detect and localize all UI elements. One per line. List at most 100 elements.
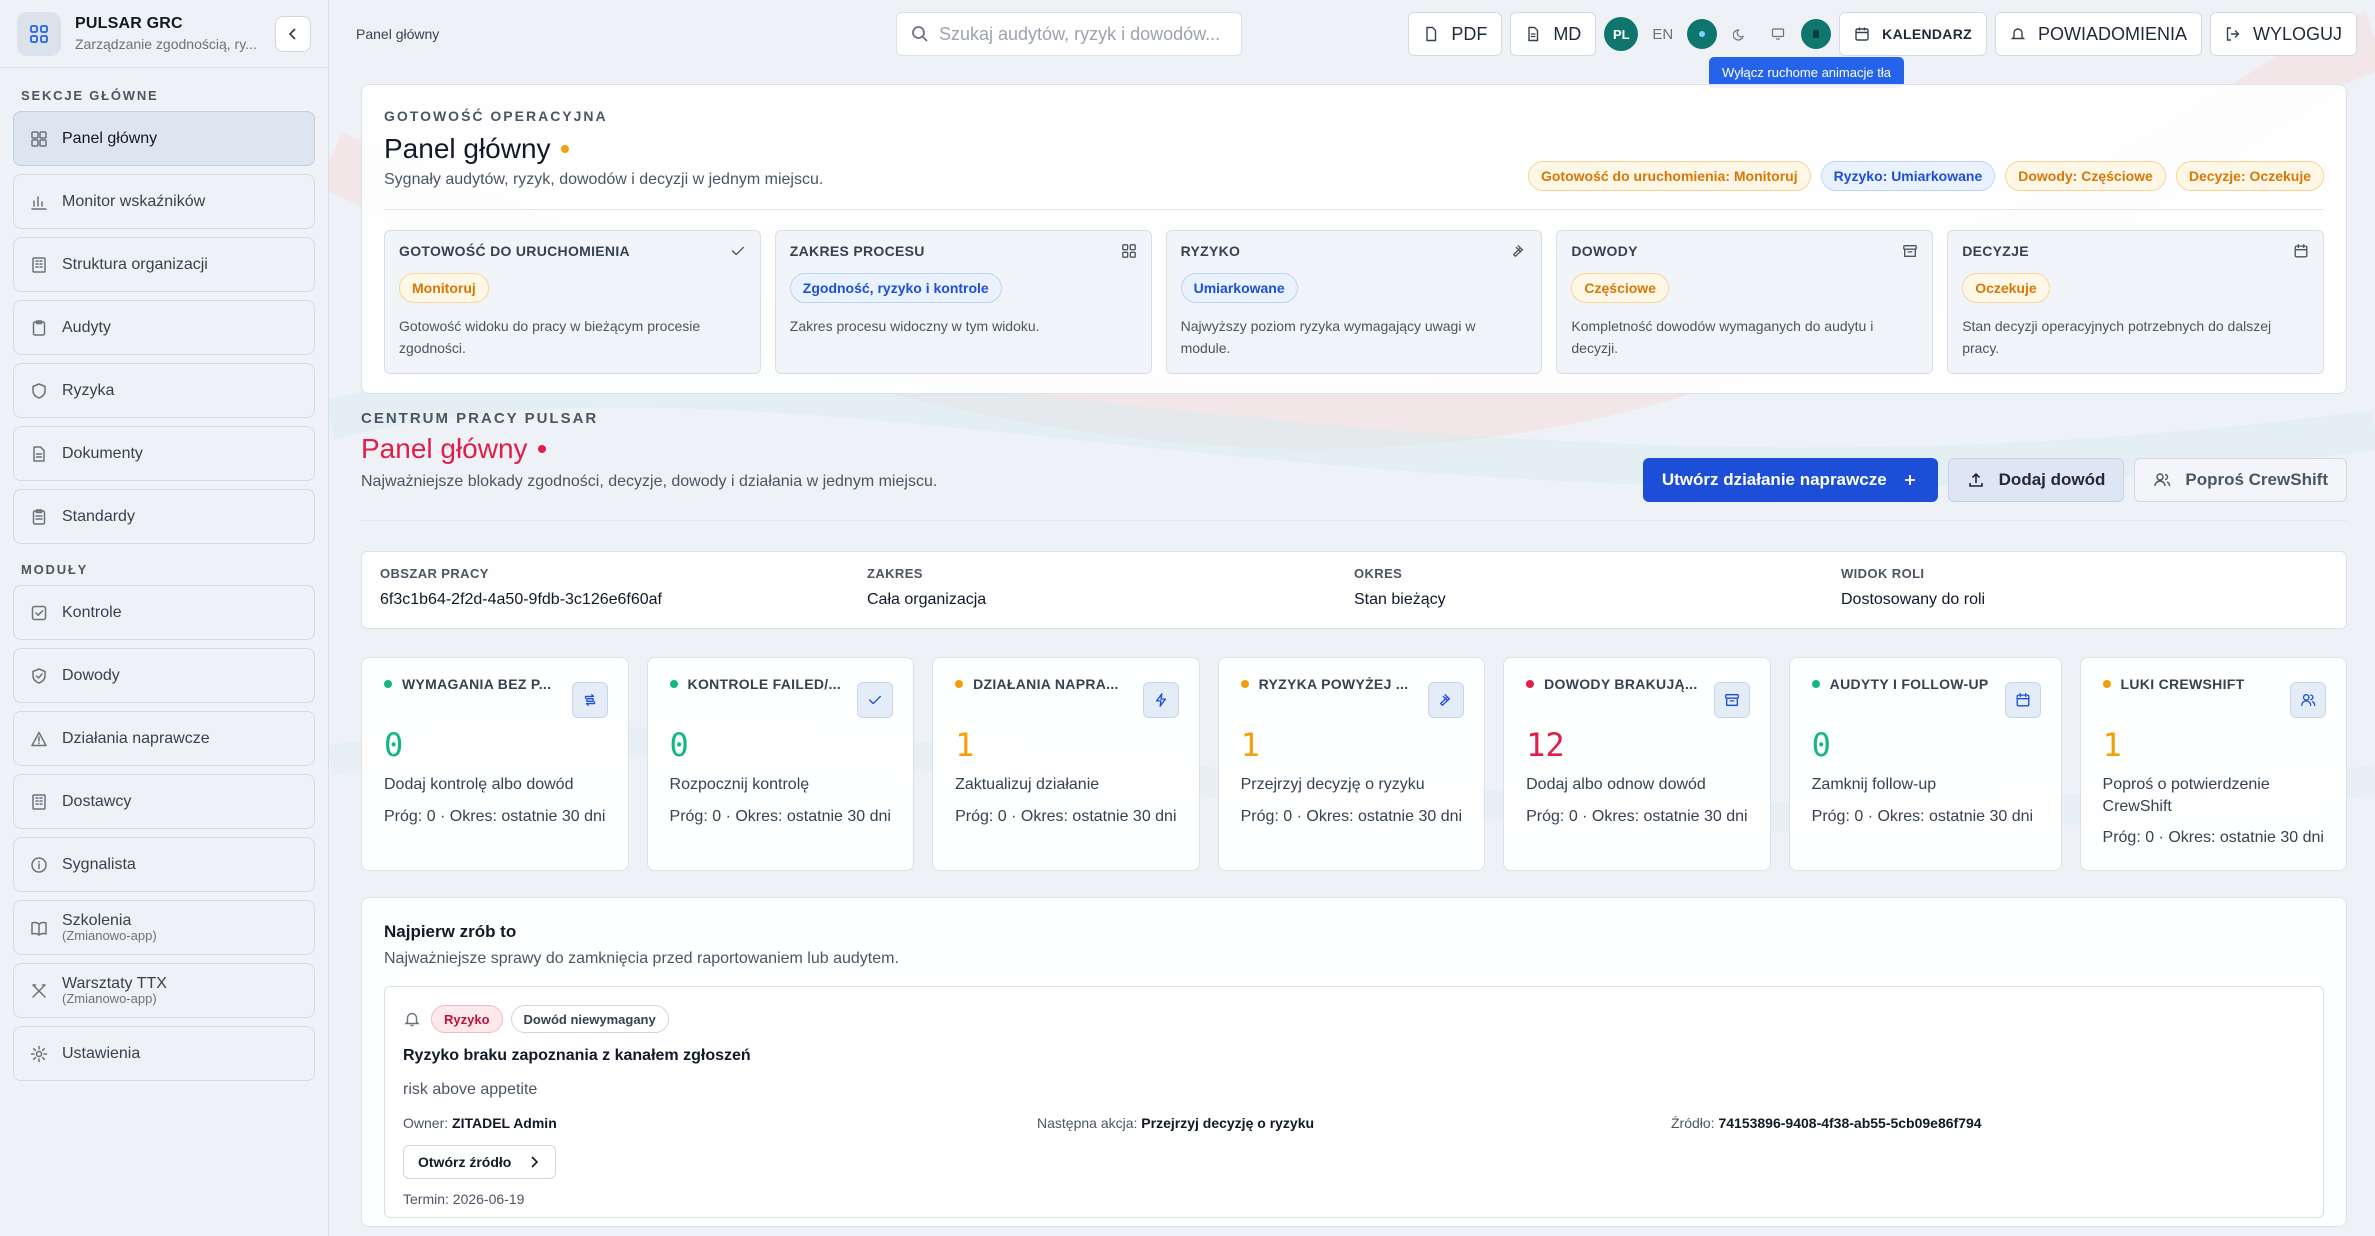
- export-pdf-button[interactable]: PDF: [1408, 12, 1503, 56]
- metric-value: 0: [384, 726, 404, 764]
- risk-chip: Ryzyko: [431, 1005, 503, 1033]
- logout-button[interactable]: WYLOGUJ: [2209, 12, 2357, 56]
- tools-icon: [32, 983, 46, 998]
- metric-card[interactable]: DOWODY BRAKUJĄ... 12 Dodaj albo odnow dowó…: [1503, 657, 1771, 871]
- sidebar-item-dokumenty[interactable]: Dokumenty: [13, 426, 315, 481]
- context-value: 6f3c1b64-2f2d-4a50-9fdb-3c126e6f60af: [380, 591, 662, 608]
- archive-icon: [1903, 245, 1918, 257]
- sidebar-item-ryzyka[interactable]: Ryzyka: [13, 363, 315, 418]
- grid-icon: [1121, 244, 1136, 258]
- sidebar-item-dzialania-naprawcze[interactable]: Działania naprawcze: [13, 711, 315, 766]
- page-title: Panel główny: [384, 133, 569, 165]
- context-key: OKRES: [1354, 566, 1403, 581]
- metric-icon-button[interactable]: [1713, 682, 1750, 718]
- readiness-card-title: DOWODY: [1571, 243, 1638, 259]
- status-dot: [669, 680, 678, 688]
- request-crewshift-label: Poproś CrewShift: [2185, 470, 2328, 489]
- metric-card[interactable]: RYZYKA POWYŻEJ ... 1 Przejrzyj decyzję o r…: [1217, 657, 1486, 871]
- dark-mode-button[interactable]: [1725, 19, 1755, 49]
- calendar-button[interactable]: KALENDARZ: [1839, 12, 1987, 56]
- evidence-chip: Dowód niewymagany: [510, 1005, 669, 1033]
- theme-color-button[interactable]: [1687, 19, 1718, 49]
- sidebar-item-sygnalista[interactable]: Sygnalista: [13, 837, 315, 892]
- add-evidence-button[interactable]: Dodaj dowód: [1947, 458, 2125, 502]
- context-field: WIDOK ROLI Dostosowany do roli: [1841, 566, 2328, 614]
- sidebar-item-dowody[interactable]: Dowody: [13, 648, 315, 703]
- check-icon: [869, 695, 882, 705]
- bolt-icon: [1155, 693, 1166, 707]
- sidebar-item-monitor-wskaznikow[interactable]: Monitor wskaźników: [13, 174, 315, 229]
- metric-icon-button[interactable]: [2290, 682, 2327, 718]
- sidebar-item-szkolenia[interactable]: Szkolenia (Zmianowo-app): [13, 900, 315, 955]
- metric-card[interactable]: KONTROLE FAILED/... 0 Rozpocznij kontrolę P…: [646, 657, 915, 871]
- open-source-label: Otwórz źródło: [418, 1154, 512, 1170]
- sidebar-item-kontrole[interactable]: Kontrole: [13, 585, 315, 640]
- metric-action: Dodaj albo odnow dowód: [1526, 776, 1706, 793]
- metric-card[interactable]: LUKI CREWSHIFT 1 Poproś o potwierdzenie Cr…: [2079, 657, 2348, 871]
- readiness-card: GOTOWOŚĆ DO URUCHOMIENIA Monitoruj Gotowoś…: [384, 230, 761, 374]
- metric-card[interactable]: WYMAGANIA BEZ P... 0 Dodaj kontrolę albo d…: [361, 657, 629, 871]
- issue-card[interactable]: Ryzyko Dowód niewymagany Ryzyko braku za…: [384, 986, 2324, 1218]
- context-field: OKRES Stan bieżący: [1354, 566, 1841, 614]
- readiness-card: RYZYKO Umiarkowane Najwyższy poziom ryzyka…: [1165, 230, 1543, 374]
- metric-icon-button[interactable]: [571, 682, 608, 718]
- collapse-sidebar-button[interactable]: [275, 15, 311, 52]
- context-key: ZAKRES: [867, 566, 923, 581]
- context-field: ZAKRES Cała organizacja: [867, 566, 1354, 614]
- status-badge: Oczekuje: [1962, 273, 2050, 303]
- sidebar-item-dostawcy[interactable]: Dostawcy: [13, 774, 315, 829]
- sidebar-item-struktura-organizacji[interactable]: Struktura organizacji: [13, 237, 315, 292]
- sidebar-item-standardy[interactable]: Standardy: [13, 489, 315, 544]
- divider: [361, 520, 2347, 521]
- export-md-button[interactable]: MD: [1510, 12, 1597, 56]
- sidebar-item-panel-glowny[interactable]: Panel główny: [13, 111, 315, 166]
- issue-due-date: Termin: 2026-06-19: [403, 1191, 525, 1207]
- readiness-card-description: Stan decyzji operacyjnych potrzebnych do…: [1962, 318, 2272, 357]
- metric-icon-button[interactable]: [2004, 682, 2041, 718]
- language-pl-button[interactable]: PL: [1604, 17, 1639, 51]
- brand: PULSAR GRC Zarządzanie zgodnością, ry...: [0, 0, 328, 68]
- open-source-button[interactable]: Otwórz źródło: [403, 1145, 557, 1179]
- file-text-icon: [1528, 26, 1539, 42]
- request-crewshift-button[interactable]: Poproś CrewShift: [2134, 458, 2347, 502]
- readiness-card-title: DECYZJE: [1962, 243, 2029, 259]
- readiness-card-description: Zakres procesu widoczny w tym widoku.: [789, 318, 1040, 334]
- sidebar-item-label: Szkolenia (Zmianowo-app): [62, 911, 157, 944]
- status-badge: Gotowość do uruchomienia: Monitoruj: [1527, 161, 1811, 191]
- sidebar-item-ustawienia[interactable]: Ustawienia: [13, 1026, 315, 1081]
- create-corrective-action-button[interactable]: Utwórz działanie naprawcze: [1642, 458, 1938, 502]
- sidebar-item-label: Dokumenty: [62, 444, 143, 462]
- calendar-icon: [1855, 27, 1869, 41]
- breadcrumb: Panel główny: [356, 26, 440, 42]
- context-row: OBSZAR PRACY 6f3c1b64-2f2d-4a50-9fdb-3c12…: [361, 551, 2347, 629]
- sidebar-item-audyty[interactable]: Audyty: [13, 300, 315, 355]
- status-dot: [1526, 680, 1535, 688]
- context-value: Dostosowany do roli: [1841, 591, 1986, 608]
- shield-icon: [32, 382, 46, 399]
- metric-card[interactable]: DZIAŁANIA NAPRA... 1 Zaktualizuj działanie…: [932, 657, 1200, 871]
- grid-logo-icon[interactable]: [17, 11, 61, 56]
- sidebar-item-label: Dowody: [62, 666, 120, 684]
- metric-icon-button[interactable]: [857, 682, 894, 718]
- sidebar-item-warsztaty-ttx[interactable]: Warsztaty TTX (Zmianowo-app): [13, 963, 315, 1018]
- system-theme-button[interactable]: [1763, 19, 1793, 49]
- sidebar-item-label: Kontrole: [62, 603, 122, 621]
- readiness-card-description: Najwyższy poziom ryzyka wymagający uwagi…: [1180, 318, 1476, 357]
- toggle-animations-button[interactable]: [1801, 19, 1832, 49]
- status-badge: Umiarkowane: [1180, 273, 1298, 303]
- archive-icon: [1724, 694, 1739, 706]
- metric-icon-button[interactable]: [1428, 682, 1465, 718]
- shield-check-icon: [32, 667, 46, 684]
- sun-icon: [1699, 31, 1706, 37]
- metric-icon-button[interactable]: [1142, 682, 1179, 718]
- readiness-subtitle: Sygnały audytów, ryzyk, dowodów i decyzj…: [384, 171, 824, 188]
- sidebar-item-label: Standardy: [62, 507, 135, 525]
- readiness-card: ZAKRES PROCESU Zgodność, ryzyko i kontrol…: [774, 230, 1152, 374]
- divider: [384, 209, 2324, 210]
- search-input[interactable]: Szukaj audytów, ryzyk i dowodów...: [896, 12, 1242, 56]
- chart-icon: [31, 195, 47, 210]
- check-icon: [731, 246, 744, 256]
- notifications-button[interactable]: POWIADOMIENIA: [1994, 12, 2202, 56]
- metric-card[interactable]: AUDYTY I FOLLOW-UP 0 Zamknij follow-up Próg…: [1788, 657, 2062, 871]
- language-en-button[interactable]: EN: [1646, 26, 1679, 43]
